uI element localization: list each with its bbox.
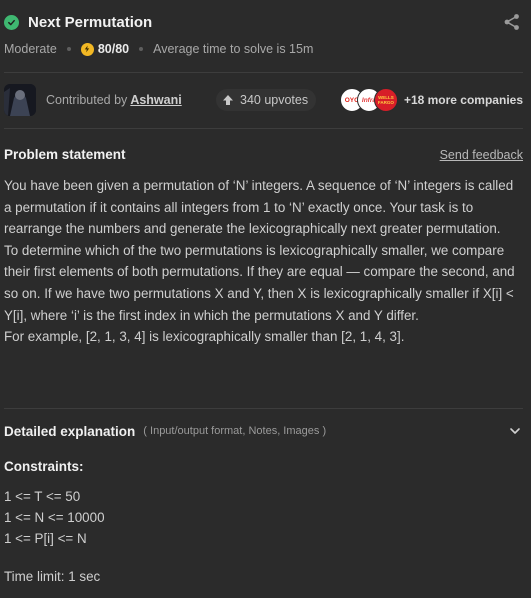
send-feedback-link[interactable]: Send feedback (440, 148, 523, 162)
contributor-avatar[interactable] (4, 84, 36, 116)
separator-dot (139, 47, 144, 51)
problem-paragraph: For example, [2, 1, 3, 4] is lexicograph… (4, 329, 405, 345)
companies-group[interactable]: OYO Infra WELLS FARGO +18 more companies (339, 87, 523, 113)
time-limit-text: Time limit: 1 sec (4, 569, 101, 584)
constraint-line: 1 <= T <= 50 (4, 489, 81, 504)
problem-title: Next Permutation (28, 13, 153, 31)
detailed-explanation-toggle[interactable]: Detailed explanation ( Input/output form… (4, 420, 523, 442)
upvote-arrow-icon (223, 95, 233, 105)
lightning-icon (80, 42, 94, 56)
upvote-count: 340 upvotes (240, 93, 309, 107)
difficulty-label: Moderate (4, 42, 57, 56)
meta-row: Moderate 80/80 Average time to solve is … (4, 42, 313, 56)
separator-dot (66, 47, 71, 51)
share-icon[interactable] (503, 13, 521, 31)
constraints-section: Constraints: 1 <= T <= 50 1 <= N <= 1000… (4, 459, 105, 549)
contributor-row: Contributed by Ashwani 340 upvotes OYO I… (4, 83, 523, 117)
more-companies-link[interactable]: +18 more companies (404, 93, 523, 107)
constraints-heading: Constraints: (4, 459, 84, 474)
avg-time-text: Average time to solve is 15m (153, 42, 314, 56)
detailed-explanation-subtitle: ( Input/output format, Notes, Images ) (143, 425, 327, 437)
constraint-line: 1 <= N <= 10000 (4, 510, 105, 525)
contributor-name-link[interactable]: Ashwani (130, 93, 181, 107)
problem-statement-body: You have been given a permutation of ‘N’… (4, 175, 521, 348)
problem-statement-header: Problem statement Send feedback (4, 147, 523, 162)
title-row: Next Permutation (4, 10, 523, 34)
upvote-button[interactable]: 340 upvotes (216, 89, 317, 111)
divider (4, 72, 523, 73)
detailed-explanation-title: Detailed explanation (4, 423, 136, 439)
problem-statement-heading: Problem statement (4, 147, 126, 162)
company-logo-wells-fargo: WELLS FARGO (373, 88, 398, 112)
problem-paragraph: To determine which of the two permutatio… (4, 242, 515, 323)
constraint-line: 1 <= P[i] <= N (4, 531, 87, 546)
problem-page: Next Permutation Moderate 80/80 Average … (0, 0, 531, 598)
divider (4, 408, 523, 409)
divider (4, 128, 523, 129)
contributed-by-label: Contributed by (46, 93, 128, 107)
chevron-down-icon[interactable] (509, 425, 521, 437)
score-value: 80/80 (97, 42, 130, 56)
problem-paragraph: You have been given a permutation of ‘N’… (4, 178, 514, 237)
solved-check-icon (4, 14, 19, 30)
